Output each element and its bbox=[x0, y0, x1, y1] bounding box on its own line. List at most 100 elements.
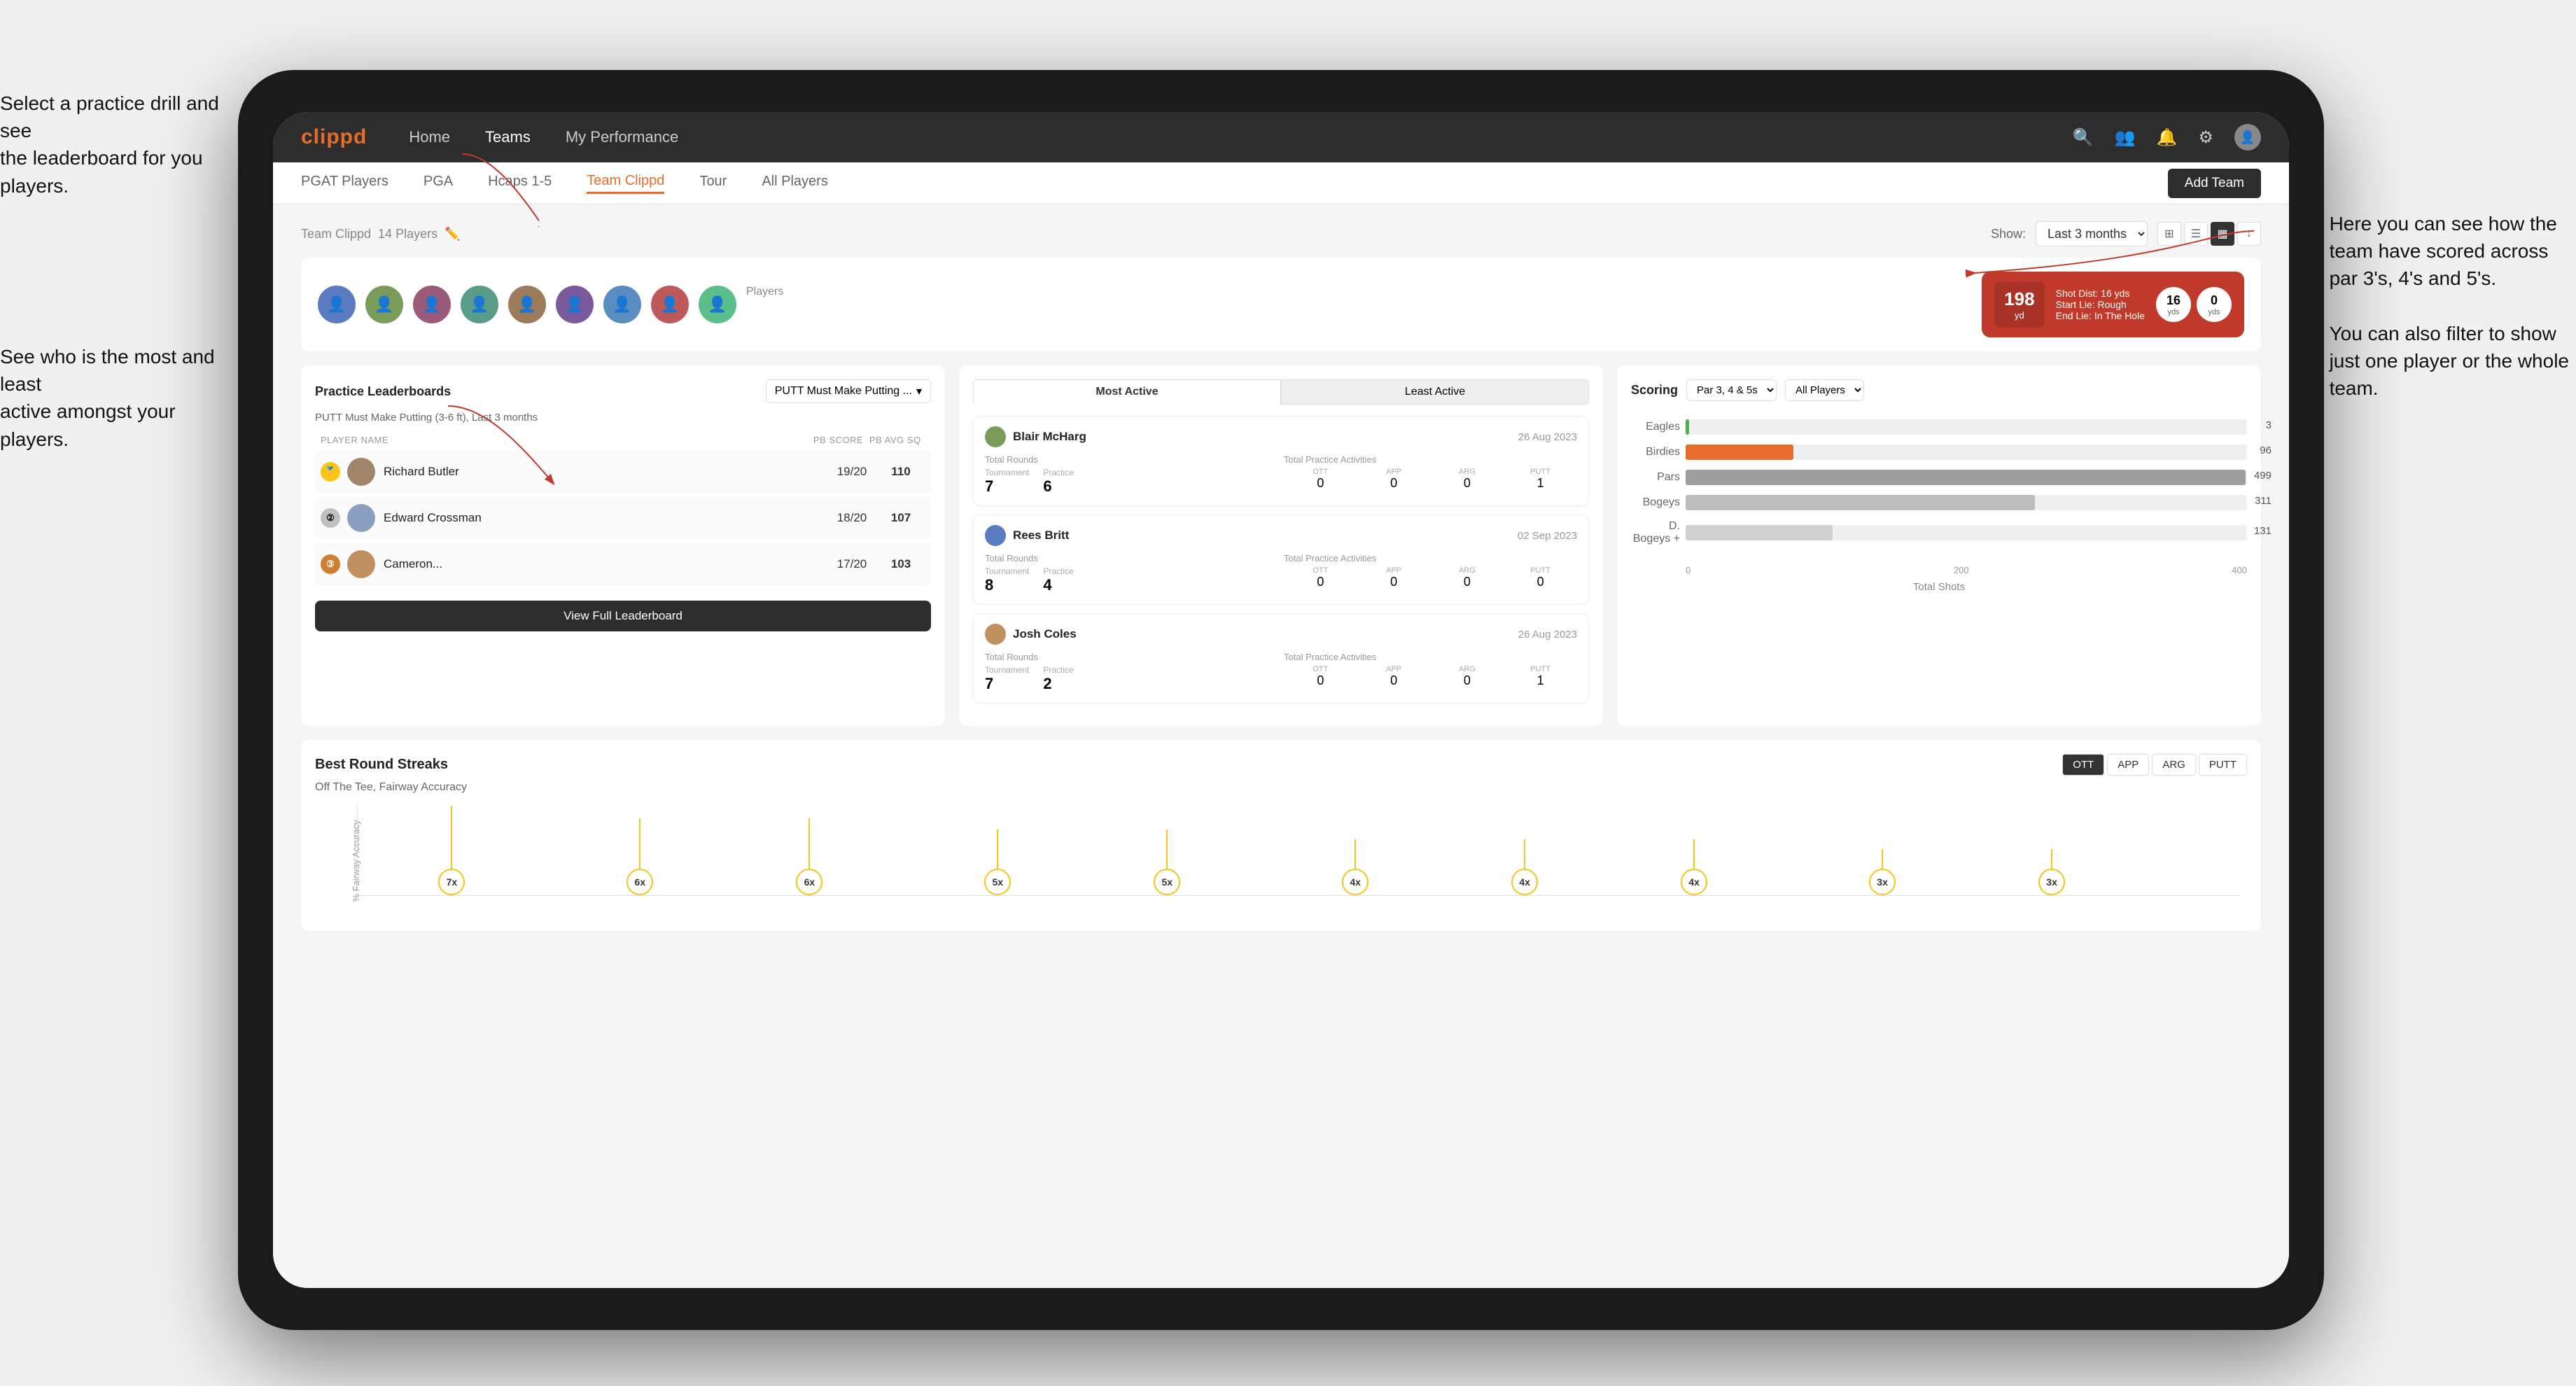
bar-fill-dbogeys bbox=[1686, 525, 1833, 540]
avatar[interactable]: 👤 bbox=[2234, 124, 2261, 150]
rank-silver: ② bbox=[321, 508, 340, 528]
streak-line-9 bbox=[1882, 849, 1883, 869]
streak-point-4: 5x bbox=[984, 830, 1011, 895]
subnav-all-players[interactable]: All Players bbox=[762, 174, 827, 192]
edit-icon[interactable]: ✏️ bbox=[444, 227, 460, 241]
search-icon[interactable]: 🔍 bbox=[2073, 127, 2094, 148]
streak-point-2: 6x bbox=[626, 818, 653, 895]
bar-label-bogeys: Bogeys bbox=[1631, 496, 1680, 509]
bar-row-dbogeys: D. Bogeys + 131 bbox=[1631, 520, 2247, 545]
nav-links: Home Teams My Performance bbox=[409, 128, 678, 146]
lb-avatar-1 bbox=[347, 458, 375, 486]
bell-icon[interactable]: 🔔 bbox=[2157, 127, 2178, 148]
streak-point-1: 7x bbox=[438, 806, 465, 895]
scoring-title: Scoring bbox=[1631, 383, 1678, 398]
streaks-tab-ott[interactable]: OTT bbox=[2062, 754, 2104, 776]
view-full-leaderboard-button[interactable]: View Full Leaderboard bbox=[315, 601, 931, 631]
bar-value-bogeys: 311 bbox=[2255, 495, 2272, 507]
scoring-filter-players[interactable]: All Players bbox=[1785, 379, 1864, 401]
bar-fill-bogeys bbox=[1686, 495, 2035, 510]
scoring-filter-par[interactable]: Par 3, 4 & 5s Par 3s Par 4s Par 5s bbox=[1686, 379, 1777, 401]
lb-name-3: Cameron... bbox=[384, 557, 827, 571]
chart-x-axis: 0 200 400 bbox=[1631, 565, 2247, 575]
streaks-tab-arg[interactable]: ARG bbox=[2152, 754, 2196, 776]
player-avatar-9[interactable]: 👤 bbox=[699, 286, 736, 323]
leaderboard-row-1[interactable]: 🥇 Richard Butler 19/20 110 bbox=[315, 451, 931, 493]
activity-row-3-stats: Total Rounds Tournament 7 Practice 2 bbox=[985, 652, 1577, 693]
streak-badge-4: 5x bbox=[984, 869, 1011, 895]
lb-name-2: Edward Crossman bbox=[384, 511, 827, 525]
total-rounds-group-2: Total Rounds Tournament 8 Practice 4 bbox=[985, 553, 1278, 594]
bar-track-birdies: 96 bbox=[1686, 444, 2247, 460]
leaderboard-row-3[interactable]: ③ Cameron... 17/20 103 bbox=[315, 543, 931, 585]
lb-avatar-3 bbox=[347, 550, 375, 578]
lb-avatar-2 bbox=[347, 504, 375, 532]
sort-view-button[interactable]: ↕ bbox=[2237, 222, 2261, 246]
bar-fill-eagles bbox=[1686, 419, 1689, 435]
activity-row-1-stats: Total Rounds Tournament 7 Practice 6 bbox=[985, 454, 1577, 496]
subnav-pgat[interactable]: PGAT Players bbox=[301, 174, 388, 192]
lb-score-2: 18/20 bbox=[827, 511, 876, 525]
sub-nav: PGAT Players PGA Hcaps 1-5 Team Clippd T… bbox=[273, 162, 2289, 204]
total-practice-group-3: Total Practice Activities OTT0 APP0 ARG0… bbox=[1284, 652, 1577, 693]
streak-line-6 bbox=[1354, 839, 1356, 869]
player-avatar-8[interactable]: 👤 bbox=[651, 286, 689, 323]
leaderboard-row-2[interactable]: ② Edward Crossman 18/20 107 bbox=[315, 497, 931, 539]
nav-link-teams[interactable]: Teams bbox=[485, 128, 531, 146]
streaks-tab-putt[interactable]: PUTT bbox=[2199, 754, 2247, 776]
streak-line-3 bbox=[808, 818, 810, 869]
activity-player-1-name: Blair McHarg bbox=[985, 426, 1086, 447]
player-avatar-3[interactable]: 👤 bbox=[413, 286, 451, 323]
shot-number: 198 yd bbox=[1994, 281, 2044, 328]
rank-gold: 🥇 bbox=[321, 462, 340, 482]
streaks-tabs: OTT APP ARG PUTT bbox=[2062, 754, 2247, 776]
main-content: Team Clippd 14 Players ✏️ Show: Last 3 m… bbox=[273, 204, 2289, 1288]
streaks-card: Best Round Streaks OTT APP ARG PUTT Off … bbox=[301, 740, 2261, 931]
show-select[interactable]: Last 3 months Last 6 months Last year bbox=[2036, 221, 2148, 246]
list-view-button[interactable]: ☰ bbox=[2184, 222, 2208, 246]
bar-label-birdies: Birdies bbox=[1631, 446, 1680, 458]
streaks-tab-app[interactable]: APP bbox=[2107, 754, 2149, 776]
nav-link-home[interactable]: Home bbox=[409, 128, 450, 146]
practice-leaderboards-card: Practice Leaderboards PUTT Must Make Put… bbox=[301, 365, 945, 726]
tab-most-active[interactable]: Most Active bbox=[973, 379, 1281, 405]
total-practice-group-1: Total Practice Activities OTT0 APP0 ARG0… bbox=[1284, 454, 1577, 496]
streak-badge-2: 6x bbox=[626, 869, 653, 895]
people-icon[interactable]: 👥 bbox=[2115, 127, 2136, 148]
shot-details: Shot Dist: 16 yds Start Lie: Rough End L… bbox=[2056, 288, 2145, 321]
three-col-grid: Practice Leaderboards PUTT Must Make Put… bbox=[301, 365, 2261, 726]
players-row: 👤 👤 👤 👤 👤 👤 bbox=[301, 258, 2261, 351]
bar-row-bogeys: Bogeys 311 bbox=[1631, 495, 2247, 510]
activity-player-3-date: 26 Aug 2023 bbox=[1518, 629, 1577, 640]
show-label: Show: bbox=[1991, 227, 2026, 241]
bar-value-birdies: 96 bbox=[2260, 444, 2272, 456]
player-avatar-6[interactable]: 👤 bbox=[556, 286, 594, 323]
player-avatar-2[interactable]: 👤 bbox=[365, 286, 403, 323]
streak-point-6: 4x bbox=[1342, 839, 1368, 895]
activity-tabs: Most Active Least Active bbox=[973, 379, 1589, 405]
player-avatar-7[interactable]: 👤 bbox=[603, 286, 641, 323]
subnav-tour[interactable]: Tour bbox=[699, 174, 727, 192]
lb-score-1: 19/20 bbox=[827, 465, 876, 479]
grid-view-button[interactable]: ⊞ bbox=[2157, 222, 2181, 246]
subnav-pga[interactable]: PGA bbox=[424, 174, 453, 192]
team-title: Team Clippd 14 Players ✏️ bbox=[301, 227, 461, 241]
nav-link-my-performance[interactable]: My Performance bbox=[566, 128, 678, 146]
streak-point-9: 3x bbox=[1869, 849, 1896, 895]
team-name: Team Clippd bbox=[301, 227, 371, 241]
player-avatar-5[interactable]: 👤 bbox=[508, 286, 546, 323]
tab-least-active[interactable]: Least Active bbox=[1281, 379, 1589, 405]
players-avatars: 👤 👤 👤 👤 👤 👤 bbox=[318, 286, 1982, 323]
subnav-hcaps[interactable]: Hcaps 1-5 bbox=[488, 174, 552, 192]
player-avatar-4[interactable]: 👤 bbox=[461, 286, 498, 323]
settings-icon[interactable]: ⚙ bbox=[2198, 127, 2213, 148]
bar-fill-pars bbox=[1686, 470, 2246, 485]
card-view-button[interactable]: ▦ bbox=[2211, 222, 2234, 246]
streaks-chart: 7x 6x 6x 5x bbox=[357, 805, 2240, 896]
add-team-button[interactable]: Add Team bbox=[2168, 169, 2261, 198]
player-avatar-1[interactable]: 👤 bbox=[318, 286, 356, 323]
bar-track-pars: 499 bbox=[1686, 470, 2247, 485]
lb-score-3: 17/20 bbox=[827, 557, 876, 571]
leaderboard-dropdown[interactable]: PUTT Must Make Putting ... ▾ bbox=[766, 379, 931, 403]
subnav-team-clippd[interactable]: Team Clippd bbox=[587, 173, 664, 194]
